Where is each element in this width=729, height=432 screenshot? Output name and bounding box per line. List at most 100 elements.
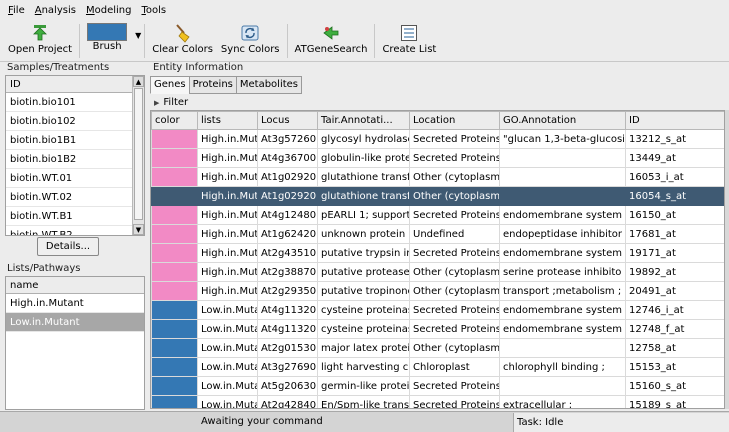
table-row[interactable]: High.in.MutaAt1g62420unknown proteinUnde… — [151, 224, 724, 244]
tair-annotation-cell: glutathione transfe — [317, 167, 410, 187]
sample-item[interactable]: biotin.bio1B2 — [6, 150, 132, 169]
scroll-down-icon[interactable]: ▼ — [133, 224, 144, 235]
samples-id-header[interactable]: ID — [6, 76, 132, 93]
column-header-locus[interactable]: Locus — [257, 111, 318, 130]
color-cell — [151, 300, 198, 320]
details-button[interactable]: Details... — [37, 237, 99, 256]
sync-colors-button[interactable]: Sync Colors — [217, 21, 284, 61]
sample-item[interactable]: biotin.bio101 — [6, 93, 132, 112]
sample-item[interactable]: biotin.WT.B2 — [6, 226, 132, 236]
table-row[interactable]: High.in.MutaAt3g57260glycosyl hydrolaseS… — [151, 129, 724, 149]
go-annotation-cell: endomembrane system — [499, 319, 626, 339]
table-row[interactable]: Low.in.Muta At5g20630 germin-like protei Se… — [151, 376, 724, 396]
table-row[interactable]: Low.in.Muta At3g27690 light harvesting ch C… — [151, 357, 724, 377]
table-row[interactable]: High.in.MutaAt2g29350putative tropinoneO… — [151, 281, 724, 301]
toolbar-separator — [286, 24, 288, 58]
sample-item[interactable]: biotin.bio102 — [6, 112, 132, 131]
create-list-button[interactable]: Create List — [378, 21, 440, 61]
toolbar-separator — [79, 24, 81, 58]
locus-cell: At4g12480 — [257, 205, 318, 225]
tair-annotation-cell: En/Spm-like transp — [317, 395, 410, 408]
toolbar: Open Project Brush ▼ Clear Colors Sync C… — [0, 21, 729, 62]
table-row[interactable]: High.in.MutaAt2g43510putative trypsin in… — [151, 243, 724, 263]
lists-cell: High.in.Muta — [197, 148, 258, 168]
tair-annotation-cell: cysteine proteinas — [317, 319, 410, 339]
locus-cell: At2g42840 — [257, 395, 318, 408]
locus-cell: At5g20630 — [257, 376, 318, 396]
tair-annotation-cell: cysteine proteinas — [317, 300, 410, 320]
column-header-go-annotation[interactable]: GO.Annotation — [499, 111, 626, 130]
lists-cell: Low.in.Muta — [197, 300, 258, 320]
locus-cell: At3g27690 — [257, 357, 318, 377]
menu-file[interactable]: File — [3, 5, 30, 16]
samples-scrollbar[interactable]: ▲ ▼ — [132, 76, 144, 235]
menu-analysis[interactable]: Analysis — [30, 5, 81, 16]
tab-genes[interactable]: Genes — [150, 76, 190, 94]
color-cell — [151, 224, 198, 244]
table-row[interactable]: High.in.MutaAt2g38870putative proteaseOt… — [151, 262, 724, 282]
scrollbar-thumb[interactable] — [134, 88, 143, 220]
lists-cell: High.in.Muta — [197, 224, 258, 244]
go-annotation-cell: endomembrane system — [499, 205, 626, 225]
sample-item[interactable]: biotin.WT.B1 — [6, 207, 132, 226]
location-cell: Secreted Proteins — [409, 129, 500, 149]
id-cell: 13449_at — [625, 148, 724, 168]
go-annotation-cell — [499, 167, 626, 187]
list-icon — [398, 23, 420, 43]
color-cell — [151, 243, 198, 263]
table-row[interactable]: High.in.MutaAt1g02920glutathione transfe… — [151, 167, 724, 187]
brush-dropdown-arrow-icon[interactable]: ▼ — [135, 31, 141, 40]
table-row[interactable]: High.in.MutaAt4g36700globulin-like prote… — [151, 148, 724, 168]
tair-annotation-cell: globulin-like protei — [317, 148, 410, 168]
tair-annotation-cell: glycosyl hydrolase — [317, 129, 410, 149]
column-header-color[interactable]: color — [151, 111, 198, 130]
id-cell: 12746_i_at — [625, 300, 724, 320]
table-row[interactable]: Low.in.Muta At2g01530 major latex protei Ot… — [151, 338, 724, 358]
brush-label: Brush — [92, 41, 122, 52]
location-cell: Secreted Proteins — [409, 395, 500, 408]
lists-name-header[interactable]: name — [6, 277, 144, 294]
table-row[interactable]: Low.in.Muta At4g11320 cysteine proteinas Se… — [151, 319, 724, 339]
scroll-up-icon[interactable]: ▲ — [133, 76, 144, 87]
id-cell: 16054_s_at — [625, 186, 724, 206]
status-bar: Awaiting your command Task: Idle — [0, 411, 729, 432]
location-cell: Other (cytoplasm — [409, 167, 500, 187]
table-row[interactable]: High.in.MutaAt4g12480pEARLI 1; supportSe… — [151, 205, 724, 225]
lists-cell: Low.in.Muta — [197, 319, 258, 339]
locus-cell: At2g43510 — [257, 243, 318, 263]
tair-annotation-cell: putative tropinone — [317, 281, 410, 301]
atgenesearch-button[interactable]: ATGeneSearch — [291, 21, 372, 61]
filter-toggle[interactable]: ▶ Filter — [150, 95, 729, 110]
location-cell: Secreted Proteins — [409, 243, 500, 263]
table-row[interactable]: Low.in.Muta At2g42840 En/Spm-like transp Se… — [151, 395, 724, 408]
menu-tools[interactable]: Tools — [136, 5, 171, 16]
locus-cell: At2g01530 — [257, 338, 318, 358]
id-cell: 16053_i_at — [625, 167, 724, 187]
column-header-lists[interactable]: lists — [197, 111, 258, 130]
tab-proteins[interactable]: Proteins — [188, 76, 237, 94]
entity-tabs: Genes Proteins Metabolites — [150, 76, 303, 94]
list-item[interactable]: High.in.Mutant — [6, 294, 144, 313]
color-cell — [151, 148, 198, 168]
expand-triangle-icon: ▶ — [154, 98, 160, 107]
table-scrollbar[interactable] — [725, 110, 729, 409]
tab-metabolites[interactable]: Metabolites — [235, 76, 303, 94]
menu-modeling[interactable]: Modeling — [81, 5, 137, 16]
sample-item[interactable]: biotin.WT.02 — [6, 188, 132, 207]
list-item[interactable]: Low.in.Mutant — [6, 313, 144, 332]
open-project-button[interactable]: Open Project — [4, 21, 76, 61]
go-annotation-cell — [499, 376, 626, 396]
clear-colors-button[interactable]: Clear Colors — [148, 21, 217, 61]
table-row[interactable]: High.in.MutaAt1g02920glutathione transfe… — [151, 186, 724, 206]
lists-cell: Low.in.Muta — [197, 395, 258, 408]
column-header-id[interactable]: ID — [625, 111, 724, 130]
entity-group-label: Entity Information — [153, 62, 244, 73]
column-header-location[interactable]: Location — [409, 111, 500, 130]
sample-item[interactable]: biotin.WT.01 — [6, 169, 132, 188]
brush-color-swatch[interactable] — [87, 23, 128, 41]
column-header-tair-annotation[interactable]: Tair.Annotati... — [317, 111, 410, 130]
sample-item[interactable]: biotin.bio1B1 — [6, 131, 132, 150]
location-cell: Other (cytoplasm — [409, 262, 500, 282]
table-row[interactable]: Low.in.Muta At4g11320 cysteine proteinas Se… — [151, 300, 724, 320]
brush-button[interactable]: Brush — [83, 21, 131, 61]
